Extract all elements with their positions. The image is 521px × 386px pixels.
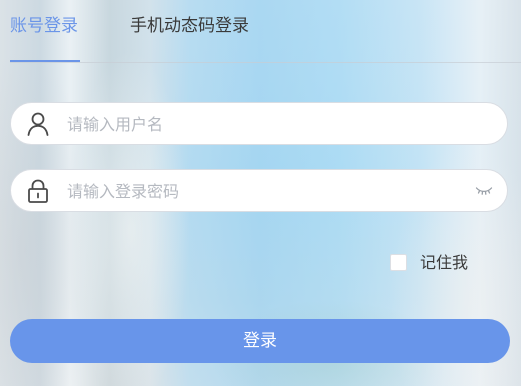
user-icon [25, 111, 51, 137]
tab-phone-code-login[interactable]: 手机动态码登录 [130, 14, 249, 38]
tab-account-login[interactable]: 账号登录 [10, 14, 78, 38]
remember-me-checkbox[interactable] [390, 254, 407, 271]
password-field[interactable] [10, 169, 508, 212]
login-button[interactable]: 登录 [10, 319, 510, 363]
remember-me-label: 记住我 [420, 253, 469, 272]
eye-closed-icon[interactable] [475, 183, 493, 197]
username-input[interactable] [67, 109, 467, 139]
tabs-divider [10, 62, 521, 63]
password-input[interactable] [67, 176, 467, 206]
lock-icon [25, 178, 51, 204]
login-tabs: 账号登录 手机动态码登录 [10, 0, 521, 62]
username-field[interactable] [10, 102, 508, 145]
